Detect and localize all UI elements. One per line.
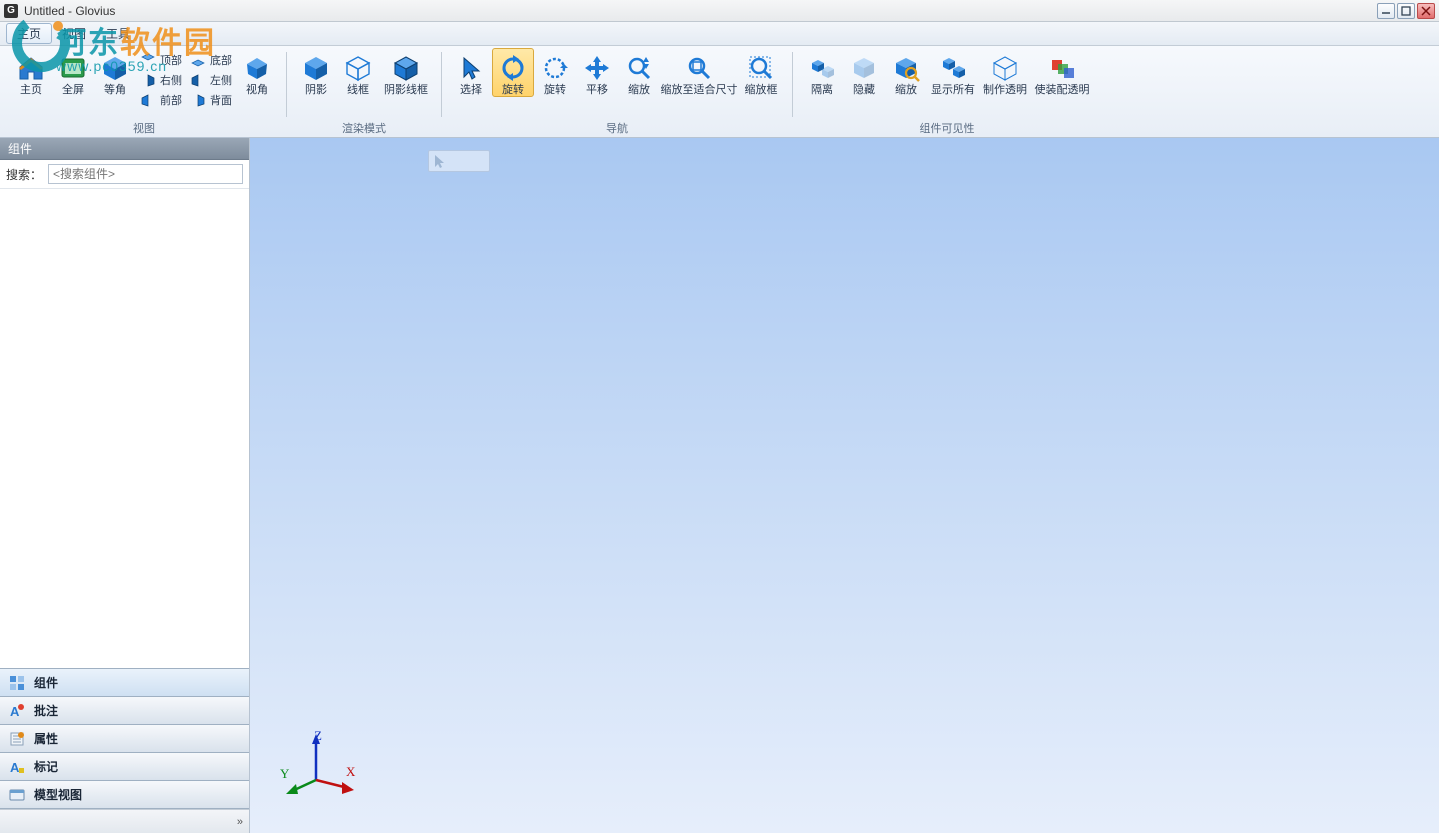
front-view-button[interactable]: 前部 bbox=[136, 90, 186, 110]
menu-home[interactable]: 主页 bbox=[6, 23, 52, 44]
maximize-button[interactable] bbox=[1397, 3, 1415, 19]
make-transparent-button[interactable]: 制作透明 bbox=[979, 48, 1031, 97]
tab-components[interactable]: 组件 bbox=[0, 669, 249, 697]
menu-bar: 主页 视图 工具 bbox=[0, 22, 1439, 46]
axis-x-label: X bbox=[346, 764, 355, 780]
search-row: 搜索： bbox=[0, 160, 249, 189]
menu-tools[interactable]: 工具 bbox=[96, 23, 140, 44]
hide-icon bbox=[849, 53, 879, 83]
wireframe-icon bbox=[343, 53, 373, 83]
iso-view-button[interactable]: 等角 bbox=[94, 48, 136, 97]
bottom-view-button[interactable]: 底部 bbox=[186, 50, 236, 70]
group-label-nav: 导航 bbox=[606, 119, 628, 137]
component-tree[interactable] bbox=[0, 189, 249, 668]
left-view-button[interactable]: 左侧 bbox=[186, 70, 236, 90]
rotate-button[interactable]: 旋转 bbox=[492, 48, 534, 97]
axis-triad: Z Y X bbox=[286, 732, 366, 807]
sidebar-footer: » bbox=[0, 809, 249, 833]
zoom-fit-button[interactable]: 缩放至适合尺寸 bbox=[660, 48, 738, 97]
markup-icon: A bbox=[8, 758, 26, 776]
ribbon-toolbar: 主页 全屏 等角 顶部 右侧 前部 底部 左侧 背面 视角 bbox=[0, 46, 1439, 138]
spin-icon bbox=[540, 53, 570, 83]
title-bar: G Untitled - Glovius bbox=[0, 0, 1439, 22]
sidebar: 组件 搜索： 组件 A 批注 属性 A 标记 bbox=[0, 138, 250, 833]
asm-transparent-icon bbox=[1047, 53, 1077, 83]
zoom-box-icon bbox=[746, 53, 776, 83]
viewport-3d[interactable]: Z Y X bbox=[250, 138, 1439, 833]
cursor-icon bbox=[456, 53, 486, 83]
right-view-button[interactable]: 右侧 bbox=[136, 70, 186, 90]
zoom-box-button[interactable]: 缩放框 bbox=[738, 48, 784, 97]
axis-z-label: Z bbox=[314, 728, 322, 744]
home-icon bbox=[16, 53, 46, 83]
collapse-chevron-icon[interactable]: » bbox=[237, 816, 241, 828]
axis-y-label: Y bbox=[280, 766, 289, 782]
tab-markup[interactable]: A 标记 bbox=[0, 753, 249, 781]
shaded-icon bbox=[301, 53, 331, 83]
isolate-button[interactable]: 隔离 bbox=[801, 48, 843, 97]
shaded-wire-button[interactable]: 阴影线框 bbox=[379, 48, 433, 97]
search-input[interactable] bbox=[48, 164, 243, 184]
select-button[interactable]: 选择 bbox=[450, 48, 492, 97]
model-views-icon bbox=[8, 786, 26, 804]
shaded-wire-icon bbox=[391, 53, 421, 83]
group-label-render: 渲染模式 bbox=[342, 119, 386, 137]
floating-hint bbox=[428, 150, 490, 172]
menu-view[interactable]: 视图 bbox=[52, 23, 96, 44]
cube-iso-icon bbox=[100, 53, 130, 83]
wireframe-button[interactable]: 线框 bbox=[337, 48, 379, 97]
tab-model-views[interactable]: 模型视图 bbox=[0, 781, 249, 809]
cube-top-icon bbox=[140, 52, 156, 68]
rotate-icon bbox=[498, 53, 528, 83]
group-label-view: 视图 bbox=[133, 119, 155, 137]
cube-left-icon bbox=[190, 72, 206, 88]
pan-icon bbox=[582, 53, 612, 83]
annotations-icon: A bbox=[8, 702, 26, 720]
zoom-to-button[interactable]: 缩放 bbox=[885, 48, 927, 97]
close-button[interactable] bbox=[1417, 3, 1435, 19]
properties-icon bbox=[8, 730, 26, 748]
pan-button[interactable]: 平移 bbox=[576, 48, 618, 97]
zoom-icon bbox=[624, 53, 654, 83]
app-icon: G bbox=[4, 4, 18, 18]
home-view-button[interactable]: 主页 bbox=[10, 48, 52, 97]
cube-front-icon bbox=[140, 92, 156, 108]
shaded-button[interactable]: 阴影 bbox=[295, 48, 337, 97]
perspective-icon bbox=[242, 53, 272, 83]
zoom-button[interactable]: 缩放 bbox=[618, 48, 660, 97]
tab-properties[interactable]: 属性 bbox=[0, 725, 249, 753]
fullscreen-icon bbox=[58, 53, 88, 83]
isolate-icon bbox=[807, 53, 837, 83]
top-view-button[interactable]: 顶部 bbox=[136, 50, 186, 70]
asm-transparent-button[interactable]: 使装配透明 bbox=[1031, 48, 1093, 97]
group-label-visibility: 组件可见性 bbox=[920, 119, 975, 137]
cube-bottom-icon bbox=[190, 52, 206, 68]
search-label: 搜索： bbox=[6, 166, 42, 183]
back-view-button[interactable]: 背面 bbox=[186, 90, 236, 110]
hide-button[interactable]: 隐藏 bbox=[843, 48, 885, 97]
cube-back-icon bbox=[190, 92, 206, 108]
panel-title-components: 组件 bbox=[0, 138, 249, 160]
zoom-fit-icon bbox=[684, 53, 714, 83]
window-title: Untitled - Glovius bbox=[24, 4, 115, 18]
perspective-button[interactable]: 视角 bbox=[236, 48, 278, 97]
show-all-icon bbox=[938, 53, 968, 83]
spin-button[interactable]: 旋转 bbox=[534, 48, 576, 97]
components-icon bbox=[8, 674, 26, 692]
svg-text:A: A bbox=[10, 760, 20, 775]
cube-right-icon bbox=[140, 72, 156, 88]
show-all-button[interactable]: 显示所有 bbox=[927, 48, 979, 97]
tab-annotations[interactable]: A 批注 bbox=[0, 697, 249, 725]
minimize-button[interactable] bbox=[1377, 3, 1395, 19]
fullscreen-button[interactable]: 全屏 bbox=[52, 48, 94, 97]
zoom-to-icon bbox=[891, 53, 921, 83]
transparent-icon bbox=[990, 53, 1020, 83]
